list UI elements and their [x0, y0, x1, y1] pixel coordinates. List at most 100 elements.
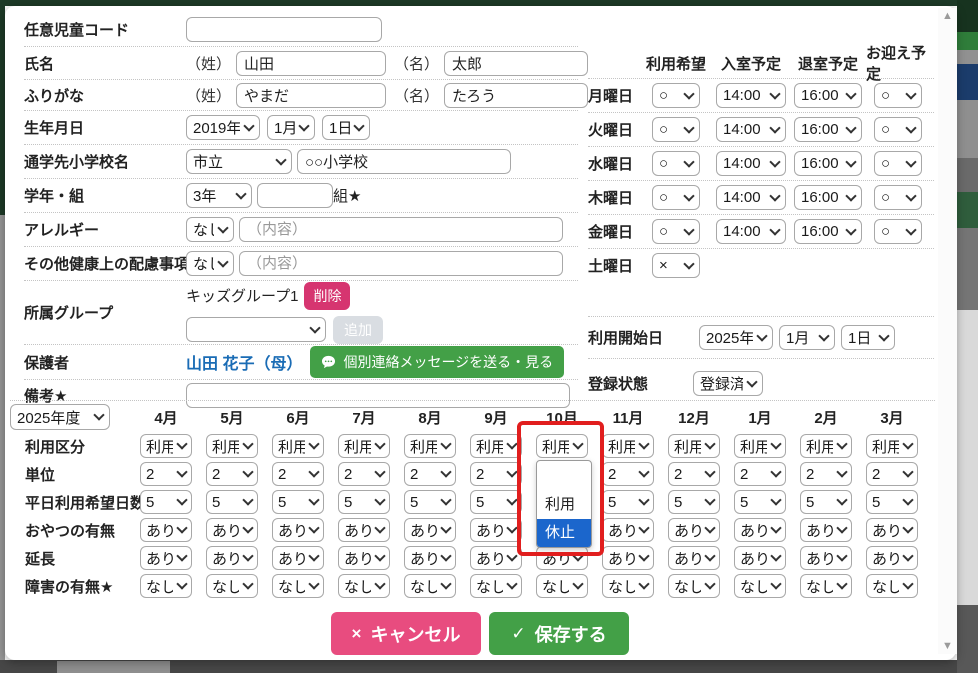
monthly-select-r4-c6[interactable]: あり	[470, 546, 522, 570]
monthly-select-r0-c1[interactable]: 利用	[140, 434, 192, 458]
leave-select-mon[interactable]: 16:00	[794, 83, 862, 108]
furigana-surname-input[interactable]	[236, 83, 386, 108]
monthly-select-r1-c6[interactable]: 2	[470, 462, 522, 486]
enter-select-fri[interactable]: 14:00	[716, 219, 786, 244]
monthly-select-r4-c1[interactable]: あり	[140, 546, 192, 570]
monthly-select-r1-c12[interactable]: 2	[866, 462, 918, 486]
health-select[interactable]: なし	[186, 251, 234, 276]
monthly-select-r4-c2[interactable]: あり	[206, 546, 258, 570]
monthly-select-r4-c3[interactable]: あり	[272, 546, 324, 570]
monthly-select-r3-c2[interactable]: あり	[206, 518, 258, 542]
send-message-button[interactable]: 個別連絡メッセージを送る・見る	[310, 346, 564, 378]
monthly-select-r0-c9[interactable]: 利用	[668, 434, 720, 458]
registration-select[interactable]: 登録済	[693, 371, 763, 396]
start-year-select[interactable]: 2025年	[699, 325, 773, 350]
birth-month-select[interactable]: 1月	[267, 115, 315, 140]
monthly-select-r2-c4[interactable]: 5	[338, 490, 390, 514]
group-add-select[interactable]	[186, 317, 326, 342]
start-day-select[interactable]: 1日	[841, 325, 895, 350]
save-button[interactable]: ✓ 保存する	[489, 612, 629, 655]
wish-select-tue[interactable]: ○	[652, 117, 700, 142]
monthly-select-r3-c1[interactable]: あり	[140, 518, 192, 542]
monthly-select-r1-c5[interactable]: 2	[404, 462, 456, 486]
monthly-select-r0-c12[interactable]: 利用	[866, 434, 918, 458]
monthly-select-r2-c3[interactable]: 5	[272, 490, 324, 514]
birth-day-select[interactable]: 1日	[322, 115, 370, 140]
allergy-detail-input[interactable]	[239, 217, 563, 242]
child-code-input[interactable]	[186, 17, 382, 42]
monthly-select-r3-c12[interactable]: あり	[866, 518, 918, 542]
monthly-select-r0-c8[interactable]: 利用	[602, 434, 654, 458]
add-group-button[interactable]: 追加	[333, 316, 383, 344]
monthly-select-r1-c2[interactable]: 2	[206, 462, 258, 486]
pickup-select-tue[interactable]: ○	[874, 117, 922, 142]
birth-year-select[interactable]: 2019年	[186, 115, 260, 140]
fiscal-year-select[interactable]: 2025年度	[10, 404, 110, 430]
monthly-select-r1-c4[interactable]: 2	[338, 462, 390, 486]
monthly-select-r3-c3[interactable]: あり	[272, 518, 324, 542]
enter-select-thu[interactable]: 14:00	[716, 185, 786, 210]
allergy-select[interactable]: なし	[186, 217, 234, 242]
enter-select-wed[interactable]: 14:00	[716, 151, 786, 176]
monthly-select-r0-c6[interactable]: 利用	[470, 434, 522, 458]
school-name-input[interactable]	[297, 149, 511, 174]
monthly-select-r4-c11[interactable]: あり	[800, 546, 852, 570]
monthly-select-r1-c8[interactable]: 2	[602, 462, 654, 486]
monthly-select-r5-c10[interactable]: なし	[734, 574, 786, 598]
scroll-down-arrow-icon[interactable]: ▼	[938, 640, 957, 652]
scrollbar[interactable]: ▲ ▼	[938, 8, 957, 654]
monthly-select-r2-c1[interactable]: 5	[140, 490, 192, 514]
leave-select-fri[interactable]: 16:00	[794, 219, 862, 244]
monthly-select-r2-c12[interactable]: 5	[866, 490, 918, 514]
monthly-select-r0-c2[interactable]: 利用	[206, 434, 258, 458]
monthly-select-r4-c7[interactable]: あり	[536, 546, 588, 570]
givenname-input[interactable]	[444, 51, 588, 76]
monthly-select-r0-c3[interactable]: 利用	[272, 434, 324, 458]
wish-select-sat[interactable]: ×	[652, 253, 700, 278]
pickup-select-fri[interactable]: ○	[874, 219, 922, 244]
school-type-select[interactable]: 市立	[186, 149, 292, 174]
monthly-select-r1-c1[interactable]: 2	[140, 462, 192, 486]
monthly-select-r5-c1[interactable]: なし	[140, 574, 192, 598]
monthly-select-r4-c5[interactable]: あり	[404, 546, 456, 570]
monthly-select-r3-c10[interactable]: あり	[734, 518, 786, 542]
delete-group-button[interactable]: 削除	[304, 282, 350, 310]
pickup-select-wed[interactable]: ○	[874, 151, 922, 176]
monthly-select-r0-c7[interactable]: 利用	[536, 434, 588, 458]
wish-select-wed[interactable]: ○	[652, 151, 700, 176]
monthly-select-r3-c11[interactable]: あり	[800, 518, 852, 542]
monthly-select-r1-c3[interactable]: 2	[272, 462, 324, 486]
dropdown-option-blank[interactable]	[537, 461, 591, 491]
monthly-select-r5-c12[interactable]: なし	[866, 574, 918, 598]
leave-select-wed[interactable]: 16:00	[794, 151, 862, 176]
monthly-select-r0-c4[interactable]: 利用	[338, 434, 390, 458]
monthly-select-r4-c12[interactable]: あり	[866, 546, 918, 570]
start-month-select[interactable]: 1月	[779, 325, 835, 350]
monthly-select-r2-c6[interactable]: 5	[470, 490, 522, 514]
wish-select-fri[interactable]: ○	[652, 219, 700, 244]
monthly-select-r5-c8[interactable]: なし	[602, 574, 654, 598]
class-input[interactable]	[257, 183, 333, 208]
monthly-select-r3-c9[interactable]: あり	[668, 518, 720, 542]
monthly-select-r4-c10[interactable]: あり	[734, 546, 786, 570]
monthly-select-r2-c9[interactable]: 5	[668, 490, 720, 514]
cancel-button[interactable]: × キャンセル	[331, 612, 481, 655]
monthly-select-r5-c5[interactable]: なし	[404, 574, 456, 598]
wish-select-mon[interactable]: ○	[652, 83, 700, 108]
leave-select-thu[interactable]: 16:00	[794, 185, 862, 210]
monthly-select-r5-c9[interactable]: なし	[668, 574, 720, 598]
monthly-select-r4-c4[interactable]: あり	[338, 546, 390, 570]
enter-select-mon[interactable]: 14:00	[716, 83, 786, 108]
monthly-select-r3-c5[interactable]: あり	[404, 518, 456, 542]
monthly-select-r3-c4[interactable]: あり	[338, 518, 390, 542]
monthly-select-r2-c2[interactable]: 5	[206, 490, 258, 514]
monthly-select-r5-c3[interactable]: なし	[272, 574, 324, 598]
monthly-select-r5-c7[interactable]: なし	[536, 574, 588, 598]
monthly-select-r3-c6[interactable]: あり	[470, 518, 522, 542]
monthly-select-r2-c10[interactable]: 5	[734, 490, 786, 514]
dropdown-option-use[interactable]: 利用	[537, 491, 591, 519]
monthly-select-r4-c8[interactable]: あり	[602, 546, 654, 570]
monthly-select-r1-c9[interactable]: 2	[668, 462, 720, 486]
wish-select-thu[interactable]: ○	[652, 185, 700, 210]
enter-select-tue[interactable]: 14:00	[716, 117, 786, 142]
